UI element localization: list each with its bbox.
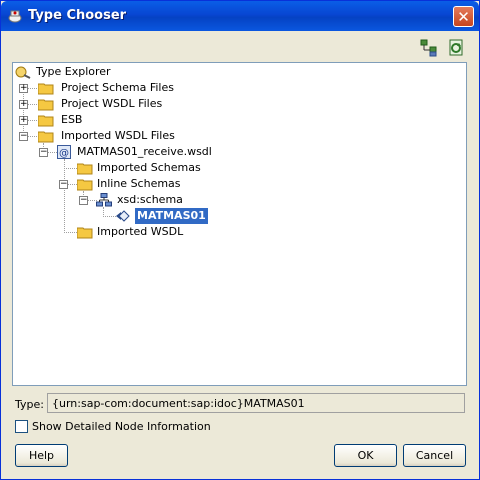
collapse-toggle[interactable]: − [79,196,88,205]
type-field[interactable]: {urn:sap-com:document:sap:idoc}MATMAS01 [47,393,465,413]
close-button[interactable]: ✕ [453,6,474,27]
title-bar[interactable]: Type Chooser ✕ [1,1,479,31]
tree-item-label: Inline Schemas [97,177,181,190]
oracle-app-icon [8,10,22,23]
tree-root-label: Type Explorer [36,65,111,78]
folder-open-icon [77,179,93,191]
tree-item-label: MATMAS01 [135,208,208,224]
collapse-toggle[interactable]: − [39,148,48,157]
cancel-button[interactable]: Cancel [403,444,466,467]
folder-icon [77,227,93,239]
wsdl-file-icon: @ [57,145,71,159]
expand-toggle[interactable]: + [19,100,28,109]
tree-item-label: MATMAS01_receive.wsdl [77,145,212,158]
type-label: Type: [15,398,44,411]
type-explorer-icon [15,66,31,79]
tree-item-label: xsd:schema [117,193,183,206]
ok-button[interactable]: OK [334,444,397,467]
show-detailed-node-label: Show Detailed Node Information [32,420,211,433]
collapse-toggle[interactable]: − [19,132,28,141]
svg-text:@: @ [59,148,69,159]
expand-tree-icon[interactable] [420,39,438,57]
expand-toggle[interactable]: + [19,84,28,93]
type-explorer-tree[interactable]: Type Explorer + Project Schema Files + P… [12,62,467,386]
show-detailed-node-checkbox[interactable] [15,420,28,433]
type-chooser-dialog: Type Chooser ✕ Type Explorer + Project S… [0,0,480,480]
tree-item-label: Imported Schemas [97,161,201,174]
schema-icon [96,193,112,207]
folder-icon [77,163,93,175]
window-title: Type Chooser [28,8,127,23]
help-button[interactable]: Help [15,444,68,467]
tree-item-label: Imported WSDL Files [61,129,175,142]
element-icon [116,210,130,222]
folder-icon [38,99,54,111]
refresh-icon[interactable] [447,39,465,57]
tree-item-label: Project Schema Files [61,81,174,94]
folder-open-icon [38,131,54,143]
tree-item-label: ESB [61,113,83,126]
tree-item-label: Project WSDL Files [61,97,163,110]
folder-icon [38,115,54,127]
expand-toggle[interactable]: + [19,116,28,125]
tree-item-label: Imported WSDL [97,225,184,238]
folder-icon [38,83,54,95]
collapse-toggle[interactable]: − [59,180,68,189]
